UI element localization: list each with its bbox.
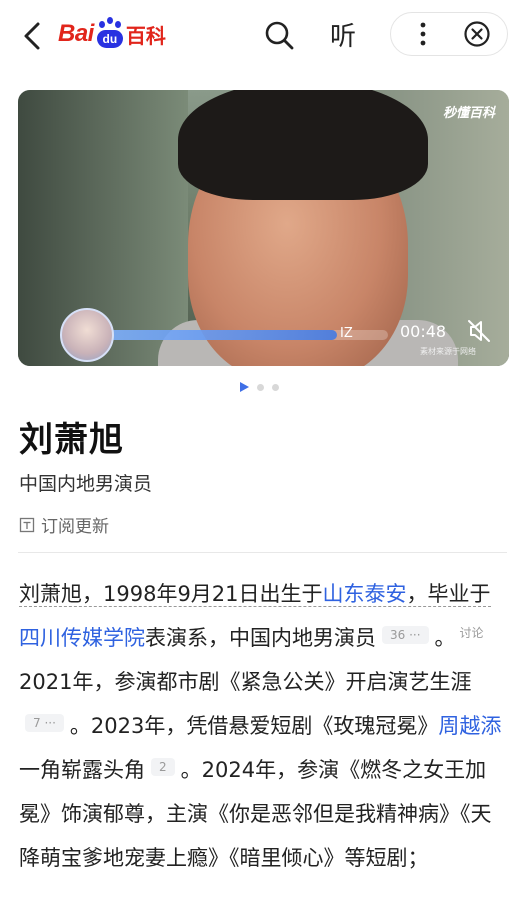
link-sichuan-media-college[interactable]: 四川传媒学院 xyxy=(19,626,145,650)
reference-badge[interactable]: 7 ··· xyxy=(25,714,64,732)
summary-lead: 刘萧旭，1998年9月21日出生于山东泰安，毕业于 xyxy=(19,582,491,607)
text-segment: 刘萧旭， xyxy=(19,582,103,606)
text-segment: 1998年9月21日出生于 xyxy=(103,582,323,606)
video-watermark: 秒懂百科 xyxy=(442,106,495,121)
discuss-tag[interactable]: 讨论 xyxy=(456,624,488,642)
video-marker: IZ xyxy=(340,326,353,341)
mini-program-capsule xyxy=(390,12,508,56)
more-dots-icon[interactable] xyxy=(411,20,435,48)
paw-toe xyxy=(114,21,121,28)
top-bar: Bai du 百科 听 xyxy=(0,0,525,72)
link-zhou-yuetian[interactable]: 周越添 xyxy=(438,714,501,738)
video-progress-fill xyxy=(88,330,337,340)
carousel-dot-active[interactable] xyxy=(240,382,249,392)
subscribe-button[interactable]: 订阅更新 xyxy=(19,512,109,537)
listen-button[interactable]: 听 xyxy=(330,16,356,53)
carousel-dot[interactable] xyxy=(257,383,264,391)
text-segment: 。2023年，凭借悬爱短剧《玫瑰冠冕》 xyxy=(69,714,439,738)
text-segment: 表演系，中国内地男演员 xyxy=(145,626,376,650)
search-icon[interactable] xyxy=(262,18,296,52)
text-segment: 一角崭露头角 xyxy=(19,758,145,782)
text-segment: ，毕业于 xyxy=(406,582,491,606)
text-segment: 。 xyxy=(434,626,456,650)
text-segment: 2021年，参演都市剧《紧急公关》开启演艺生涯 xyxy=(19,670,472,694)
logo-bai-text: Bai xyxy=(58,20,94,47)
divider xyxy=(18,552,507,553)
logo-du-text: du xyxy=(96,30,123,48)
carousel-indicator xyxy=(240,382,279,392)
link-shandong-taian[interactable]: 山东泰安 xyxy=(323,582,407,606)
reference-badge[interactable]: 36 ··· xyxy=(382,626,429,644)
paw-toe xyxy=(106,17,113,24)
video-time: 00:48 xyxy=(400,322,447,341)
carousel-dot[interactable] xyxy=(272,383,279,391)
logo-baike-text: 百科 xyxy=(125,23,166,48)
logo-paw-icon: du xyxy=(95,17,125,51)
video-credit: 素材来源于网络 xyxy=(420,347,476,356)
reference-badge[interactable]: 2 xyxy=(151,758,175,776)
video-frame-figure xyxy=(178,90,428,200)
paw-toe xyxy=(98,21,105,28)
back-arrow-icon[interactable] xyxy=(20,18,46,54)
subscribe-label: 订阅更新 xyxy=(41,517,109,537)
baidu-baike-logo[interactable]: Bai du 百科 xyxy=(58,14,166,54)
close-circle-icon[interactable] xyxy=(463,20,491,48)
summary-paragraph: 刘萧旭，1998年9月21日出生于山东泰安，毕业于四川传媒学院表演系，中国内地男… xyxy=(19,572,511,880)
mute-icon[interactable] xyxy=(466,318,492,344)
subscribe-icon xyxy=(19,517,35,532)
ai-avatar[interactable] xyxy=(60,308,114,362)
entry-title: 刘萧旭 xyxy=(19,420,124,460)
entry-subtitle: 中国内地男演员 xyxy=(19,473,153,495)
video-player[interactable]: 秒懂百科 IZ 00:48 素材来源于网络 xyxy=(18,90,509,366)
